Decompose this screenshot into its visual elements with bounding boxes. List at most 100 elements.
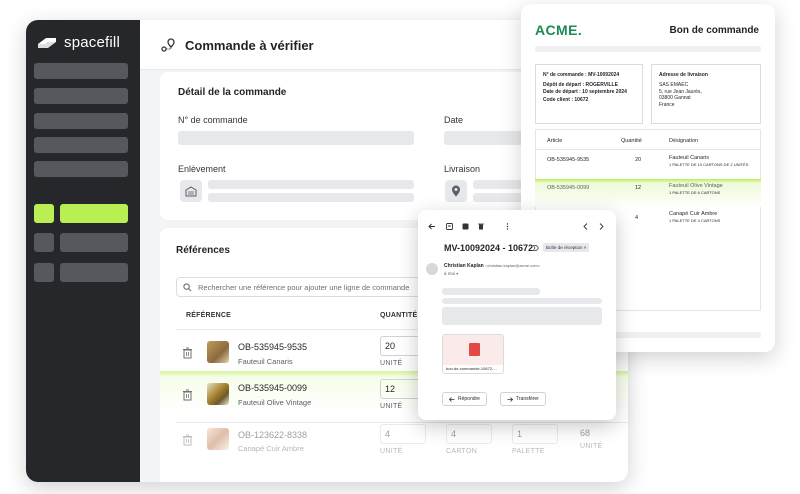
reference-code: OB-535945-9535 — [238, 342, 308, 352]
order-info-box: N° de commande : MV-10092024 Dépôt de dé… — [535, 64, 643, 124]
previous-icon[interactable] — [583, 223, 588, 230]
order-number-field[interactable] — [178, 131, 414, 145]
trash-icon[interactable] — [182, 347, 193, 359]
carton-quantity-input[interactable]: 4 — [446, 424, 492, 444]
doc-packaging: 1 PALETTE DE 6 CARTONS — [669, 190, 721, 196]
warehouse-icon — [185, 185, 197, 196]
pickup-label: Enlèvement — [178, 164, 226, 174]
doc-address-line: 5, rue Jean Jaurès, — [659, 88, 702, 95]
screenshot-stage: spacefill Commande à vérifier Détail de … — [0, 0, 800, 494]
product-thumbnail — [207, 428, 229, 450]
pickup-address-line-2 — [208, 193, 414, 202]
doc-designation-cell: Fauteuil Olive Vintage 1 PALETTE DE 6 CA… — [669, 183, 759, 196]
reply-label: Répondre — [458, 396, 480, 402]
email-body-block — [442, 307, 602, 325]
trash-icon[interactable] — [182, 389, 193, 401]
sidebar-active-item[interactable] — [60, 204, 128, 223]
forward-button[interactable]: Transférer — [500, 392, 546, 406]
product-thumbnail — [207, 383, 229, 405]
reference-code: OB-123622-8338 — [238, 430, 308, 440]
brand-logo[interactable]: spacefill — [36, 34, 120, 51]
label-icon[interactable] — [462, 223, 469, 230]
doc-qty: 12 — [635, 185, 642, 191]
doc-packaging: 1 PALETTE DE 10 CARTONS DE 2 UNITÉS — [669, 162, 749, 168]
doc-table-row: OB-535945-9535 20 Fauteuil Canaris 1 PAL… — [535, 151, 761, 179]
sidebar-item-3[interactable] — [34, 113, 128, 129]
page-title: Commande à vérifier — [185, 38, 314, 53]
doc-col-designation: Désignation — [669, 138, 699, 144]
reply-icon — [449, 396, 455, 402]
important-marker-icon[interactable] — [533, 245, 539, 251]
search-placeholder: Rechercher une référence pour ajouter un… — [198, 282, 410, 292]
reference-name: Fauteuil Canaris — [238, 357, 293, 366]
delivery-label: Livraison — [444, 164, 481, 174]
doc-departure-date: Date de départ : 10 septembre 2024 — [543, 88, 627, 95]
sidebar-item-2[interactable] — [34, 88, 128, 104]
sidebar-sub-item-2[interactable] — [60, 263, 128, 282]
row-divider — [176, 422, 628, 423]
doc-address-label: Adresse de livraison — [659, 72, 708, 78]
email-subject: MV-10092024 - 10672 — [444, 243, 534, 253]
sidebar-active-icon[interactable] — [34, 204, 54, 223]
pallet-quantity-input[interactable]: 1 — [512, 424, 558, 444]
expand-recipients-icon[interactable]: ▾ — [456, 271, 458, 276]
inbox-badge[interactable]: Boîte de réception × — [543, 243, 590, 252]
forward-icon — [507, 396, 513, 402]
doc-qty: 20 — [635, 157, 642, 163]
order-info-lines: N° de commande : MV-10092024 Dépôt de dé… — [543, 72, 641, 104]
sidebar-item-4[interactable] — [34, 137, 128, 153]
more-options-icon[interactable] — [506, 223, 509, 230]
pdf-attachment[interactable]: bon-de-commande-10672-... — [442, 334, 504, 374]
sidebar-item-5[interactable] — [34, 161, 128, 177]
pallet-unit: PALETTE — [512, 448, 545, 455]
location-pin-icon — [452, 185, 460, 197]
doc-order-number: N° de commande : MV-10092024 — [543, 72, 620, 78]
brand-name: spacefill — [64, 34, 120, 51]
doc-col-article: Article — [547, 138, 563, 144]
doc-article: OB-535945-9535 — [547, 157, 590, 163]
email-window: MV-10092024 - 10672 Boîte de réception ×… — [418, 210, 616, 420]
sidebar-sub-icon-2[interactable] — [34, 263, 54, 282]
sender-avatar — [426, 263, 438, 275]
quantity-unit: UNITÉ — [380, 403, 403, 410]
total-unit: UNITÉ — [580, 443, 603, 450]
col-reference-header: RÉFÉRENCE — [186, 312, 231, 319]
back-arrow-icon[interactable] — [428, 223, 436, 230]
doc-depot: Dépôt de départ : ROGERVILLE — [543, 81, 618, 88]
sender-line: Christian Kaplan <christian.kaplan@acme.… — [444, 263, 540, 269]
forward-label: Transférer — [516, 396, 539, 402]
doc-designation: Canapé Cuir Ambre — [669, 211, 718, 217]
doc-address-line: SAS EMAEC — [659, 81, 689, 88]
location-icon-box — [445, 180, 467, 202]
recipient-line: à moi ▾ — [444, 271, 458, 276]
references-title: Références — [176, 245, 230, 256]
trash-icon[interactable] — [182, 434, 193, 446]
warehouse-icon-box — [180, 180, 202, 202]
doc-col-quantity: Quantité — [621, 138, 642, 144]
reference-code: OB-535945-0099 — [238, 383, 308, 393]
sidebar-item-1[interactable] — [34, 63, 128, 79]
doc-separator — [535, 46, 761, 52]
attachment-name: bon-de-commande-10672-... — [446, 366, 497, 371]
date-label: Date — [444, 115, 464, 125]
search-icon — [183, 282, 192, 291]
reference-name: Fauteuil Olive Vintage — [238, 398, 312, 407]
delete-icon[interactable] — [478, 223, 484, 230]
sidebar: spacefill — [26, 20, 140, 482]
doc-packaging: 1 PALETTE DE 4 CARTONS — [669, 218, 721, 224]
email-body-line-2 — [442, 298, 602, 304]
reply-button[interactable]: Répondre — [442, 392, 487, 406]
order-detail-title: Détail de la commande — [178, 87, 287, 98]
archive-icon[interactable] — [446, 223, 453, 230]
quantity-input[interactable]: 4 — [380, 424, 426, 444]
sidebar-sub-item-1[interactable] — [60, 233, 128, 252]
pickup-address-line-1 — [208, 180, 414, 189]
order-number-label: N° de commande — [178, 115, 248, 125]
next-icon[interactable] — [599, 223, 604, 230]
doc-address-line: France — [659, 102, 675, 108]
table-row: OB-123622-8338 Canapé Cuir Ambre 4 UNITÉ… — [160, 424, 628, 470]
sidebar-sub-icon-1[interactable] — [34, 233, 54, 252]
sender-email: <christian.kaplan@acme.com> — [485, 263, 541, 268]
product-thumbnail — [207, 341, 229, 363]
quantity-unit: UNITÉ — [380, 360, 403, 367]
